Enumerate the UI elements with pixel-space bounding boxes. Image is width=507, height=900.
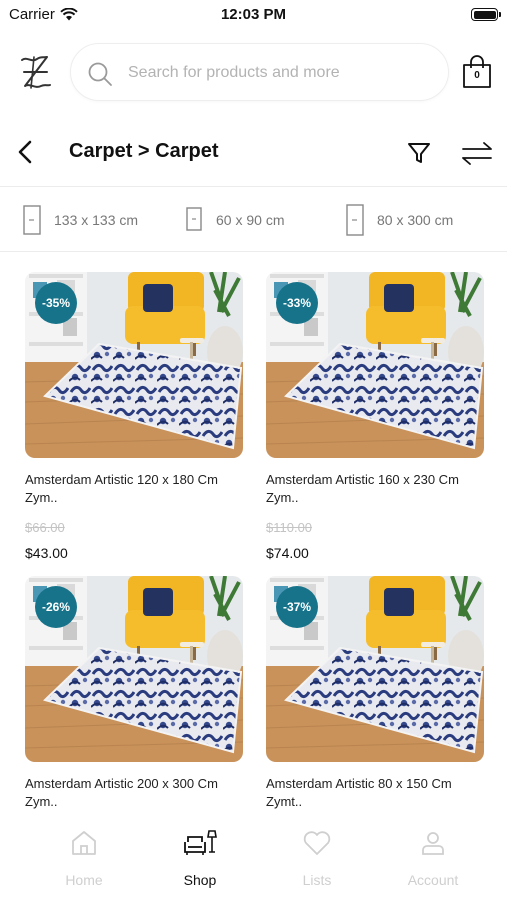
sale-price: $43.00: [25, 545, 68, 561]
size-label: 80 x 300 cm: [377, 212, 454, 228]
size-chip[interactable]: 133 x 133 cm: [22, 202, 138, 238]
product-image[interactable]: -26%: [25, 576, 243, 762]
furniture-icon: [184, 830, 217, 855]
size-label: 133 x 133 cm: [54, 212, 139, 228]
rug-size-icon: [346, 204, 364, 236]
size-filter-row: 133 x 133 cm 60 x 90 cm 80 x 300 cm: [0, 196, 507, 244]
status-bar: Carrier 12:03 PM: [0, 0, 507, 30]
tab-account[interactable]: Account: [383, 828, 483, 888]
brand-logo[interactable]: [17, 53, 53, 91]
discount-badge: -33%: [276, 282, 318, 324]
size-label: 60 x 90 cm: [216, 212, 285, 228]
tab-label: Shop: [183, 872, 217, 888]
search-icon[interactable]: [87, 61, 113, 87]
discount-badge: -37%: [276, 586, 318, 628]
divider: [0, 251, 507, 252]
tab-label: Account: [407, 872, 459, 888]
product-image[interactable]: -37%: [266, 576, 484, 762]
size-chip[interactable]: 60 x 90 cm: [184, 202, 284, 238]
product-image[interactable]: -33%: [266, 272, 484, 458]
tab-label: Home: [65, 872, 103, 888]
search-input[interactable]: [128, 58, 428, 88]
cart-button[interactable]: 0: [461, 55, 493, 89]
tab-lists[interactable]: Lists: [267, 828, 367, 888]
original-price: $66.00: [25, 520, 65, 535]
product-card[interactable]: -33% Amsterdam Artistic 160 x 230 Cm Zym…: [266, 272, 484, 561]
product-card[interactable]: -37% Amsterdam Artistic 80 x 150 Cm Zymt…: [266, 576, 484, 811]
header: 0: [0, 42, 507, 102]
search-bar[interactable]: [70, 43, 449, 101]
tab-bar: Home Shop Lists Account: [0, 818, 507, 900]
battery-icon: [471, 8, 501, 21]
sale-price: $74.00: [266, 545, 309, 561]
product-name: Amsterdam Artistic 160 x 230 Cm Zym..: [266, 472, 459, 505]
cart-count: 0: [474, 70, 480, 81]
divider: [0, 186, 507, 187]
status-time: 12:03 PM: [220, 6, 287, 23]
rug-size-icon: [23, 205, 41, 235]
home-icon: [72, 831, 96, 855]
product-card[interactable]: -26% Amsterdam Artistic 200 x 300 Cm Zym…: [25, 576, 243, 811]
product-card[interactable]: -35% Amsterdam Artistic 120 x 180 Cm Zym…: [25, 272, 243, 561]
filter-icon[interactable]: [405, 139, 433, 167]
discount-badge: -35%: [35, 282, 77, 324]
tab-shop[interactable]: Shop: [150, 828, 250, 888]
user-icon: [422, 832, 444, 855]
heart-icon: [303, 831, 331, 855]
size-chip[interactable]: 80 x 300 cm: [345, 202, 453, 238]
sort-icon[interactable]: [460, 139, 494, 167]
rug-size-icon: [186, 207, 202, 231]
product-name: Amsterdam Artistic 120 x 180 Cm Zym..: [25, 472, 218, 505]
product-image[interactable]: -35%: [25, 272, 243, 458]
back-arrow-icon[interactable]: [12, 138, 40, 166]
tab-label: Lists: [302, 872, 332, 888]
product-name: Amsterdam Artistic 80 x 150 Cm Zymt..: [266, 776, 452, 809]
page-title: Carpet > Carpet: [69, 140, 219, 162]
original-price: $110.00: [266, 520, 313, 535]
tab-home[interactable]: Home: [34, 828, 134, 888]
title-row: Carpet > Carpet: [0, 128, 507, 178]
discount-badge: -26%: [35, 586, 77, 628]
product-name: Amsterdam Artistic 200 x 300 Cm Zym..: [25, 776, 218, 809]
